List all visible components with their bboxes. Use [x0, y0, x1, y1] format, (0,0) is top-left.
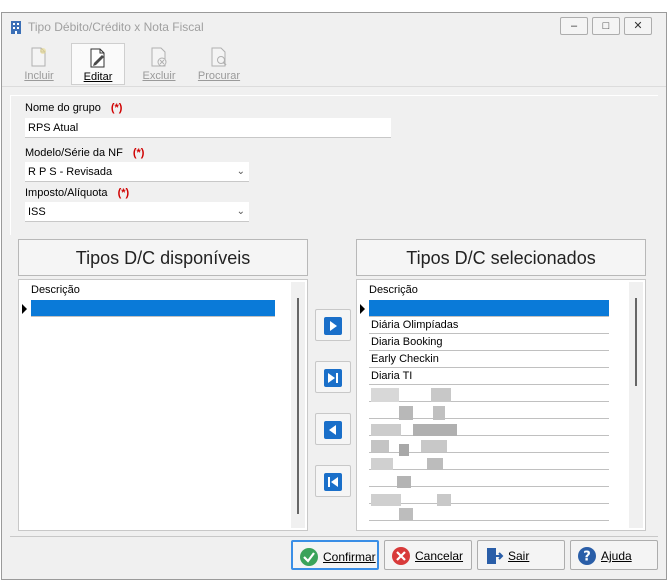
- imposto-label-text: Imposto/Alíquota: [25, 187, 108, 199]
- required-marker: (*): [110, 102, 123, 114]
- move-one-right-button[interactable]: [315, 309, 351, 341]
- selected-scrollbar[interactable]: [629, 282, 643, 528]
- nome-grupo-input[interactable]: RPS Atual: [25, 118, 391, 138]
- table-row[interactable]: Early Checkin: [369, 351, 609, 368]
- move-one-left-button[interactable]: [315, 413, 351, 445]
- excluir-label: Excluir: [142, 70, 176, 82]
- selected-title: Tipos D/C selecionados: [356, 239, 646, 276]
- incluir-button[interactable]: Incluir: [12, 43, 66, 85]
- confirmar-label: Confirmar: [323, 550, 376, 564]
- title-bar: Tipo Débito/Crédito x Nota Fiscal ‒ □ ✕: [2, 13, 666, 41]
- help-icon: ?: [578, 547, 596, 565]
- sair-button[interactable]: Sair: [477, 540, 565, 570]
- dialog-window: Tipo Débito/Crédito x Nota Fiscal ‒ □ ✕ …: [1, 12, 667, 580]
- selected-row-highlighted[interactable]: [369, 300, 609, 317]
- editar-button[interactable]: Editar: [71, 43, 125, 85]
- available-column-header[interactable]: Descrição: [21, 282, 279, 299]
- arrow-left-end-icon: [324, 473, 342, 491]
- chevron-down-icon: ⌄: [236, 166, 245, 177]
- excluir-button[interactable]: Excluir: [132, 43, 186, 85]
- imposto-select[interactable]: ISS ⌄: [25, 202, 249, 222]
- cancelar-label: Cancelar: [415, 549, 464, 563]
- incluir-label: Incluir: [24, 70, 54, 82]
- chevron-down-icon: ⌄: [236, 206, 245, 217]
- confirmar-button[interactable]: Confirmar: [291, 540, 379, 570]
- move-all-left-button[interactable]: [315, 465, 351, 497]
- available-selected-row[interactable]: [31, 300, 275, 317]
- window-title: Tipo Débito/Crédito x Nota Fiscal: [28, 20, 204, 34]
- modelo-select[interactable]: R P S - Revisada ⌄: [25, 162, 249, 182]
- modelo-label: Modelo/Série da NF (*): [25, 147, 144, 159]
- cancelar-button[interactable]: Cancelar: [384, 540, 472, 570]
- nome-grupo-label-text: Nome do grupo: [25, 102, 101, 114]
- row-pointer-icon: [22, 304, 27, 314]
- minimize-button[interactable]: ‒: [560, 17, 588, 35]
- required-marker: (*): [132, 147, 145, 159]
- search-document-icon: [211, 47, 227, 67]
- table-row[interactable]: Diária Olimpíadas: [369, 317, 609, 334]
- ajuda-button[interactable]: ? Ajuda: [570, 540, 658, 570]
- sair-label: Sair: [508, 549, 530, 563]
- new-document-icon: [31, 47, 46, 67]
- procurar-button[interactable]: Procurar: [192, 43, 246, 85]
- selected-grid[interactable]: Descrição Diária Olimpíadas Diaria Booki…: [356, 279, 646, 531]
- selected-column-header[interactable]: Descrição: [359, 282, 599, 299]
- scrollbar-thumb[interactable]: [635, 298, 637, 386]
- editar-label: Editar: [83, 71, 113, 83]
- arrow-right-icon: [324, 317, 342, 335]
- modelo-label-text: Modelo/Série da NF: [25, 147, 123, 159]
- arrow-left-icon: [324, 421, 342, 439]
- maximize-button[interactable]: □: [592, 17, 620, 35]
- scrollbar-thumb[interactable]: [297, 298, 299, 514]
- edit-document-icon: [90, 48, 105, 68]
- check-circle-icon: [300, 548, 318, 566]
- available-scrollbar[interactable]: [291, 282, 305, 528]
- imposto-select-value: ISS: [28, 206, 46, 218]
- move-all-right-button[interactable]: [315, 361, 351, 393]
- toolbar: Incluir Editar Excluir Procurar: [2, 41, 666, 87]
- exit-door-icon: [487, 548, 504, 564]
- close-button[interactable]: ✕: [624, 17, 652, 35]
- available-grid[interactable]: Descrição: [18, 279, 308, 531]
- form-panel: Nome do grupo (*) RPS Atual Modelo/Série …: [10, 95, 658, 235]
- procurar-label: Procurar: [197, 70, 241, 82]
- available-title: Tipos D/C disponíveis: [18, 239, 308, 276]
- row-pointer-icon: [360, 304, 365, 314]
- footer-divider: [10, 536, 658, 537]
- redacted-rows: [371, 388, 561, 522]
- delete-document-icon: [151, 47, 167, 67]
- arrow-right-end-icon: [324, 369, 342, 387]
- svg-text:?: ?: [583, 550, 591, 565]
- ajuda-label: Ajuda: [601, 549, 632, 563]
- required-marker: (*): [117, 187, 130, 199]
- table-row[interactable]: Diaria TI: [369, 368, 609, 385]
- modelo-select-value: R P S - Revisada: [28, 166, 113, 178]
- building-icon: [11, 21, 21, 34]
- imposto-label: Imposto/Alíquota (*): [25, 187, 129, 199]
- cancel-circle-icon: [392, 547, 410, 565]
- nome-grupo-label: Nome do grupo (*): [25, 102, 122, 114]
- table-row[interactable]: Diaria Booking: [369, 334, 609, 351]
